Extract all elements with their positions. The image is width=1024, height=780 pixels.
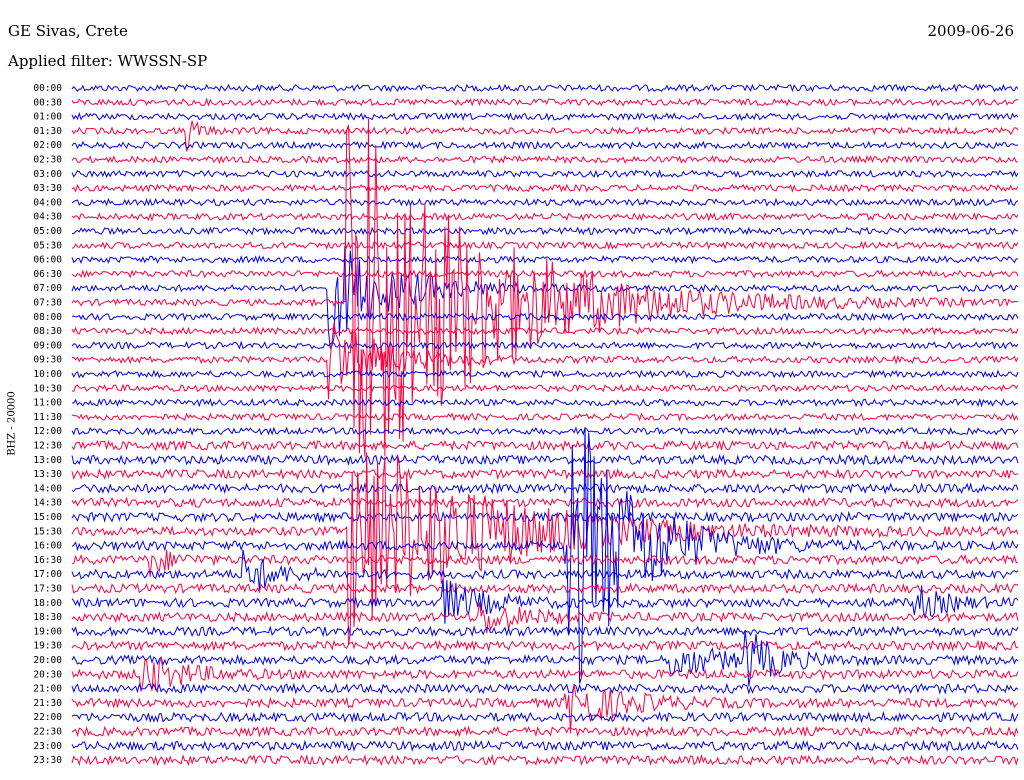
row-time-label: 21:00 bbox=[33, 684, 62, 695]
trace-row bbox=[71, 369, 1019, 379]
trace-row bbox=[71, 383, 1019, 393]
row-time-label: 12:00 bbox=[33, 426, 62, 437]
trace-row bbox=[71, 83, 1019, 93]
trace-row bbox=[71, 710, 1019, 724]
row-time-label: 04:30 bbox=[33, 212, 62, 223]
trace-row bbox=[71, 340, 1019, 351]
row-time-label: 19:30 bbox=[33, 641, 62, 652]
trace-row bbox=[71, 255, 1019, 265]
row-time-label: 20:00 bbox=[33, 655, 62, 666]
trace-row bbox=[71, 625, 1019, 638]
row-time-label: 21:30 bbox=[33, 698, 62, 709]
row-time-label: 00:30 bbox=[33, 97, 62, 108]
trace-row bbox=[71, 154, 1019, 165]
trace-row bbox=[71, 211, 1019, 222]
trace-row bbox=[71, 452, 1019, 645]
row-time-label: 14:30 bbox=[33, 498, 62, 509]
row-time-label: 00:00 bbox=[33, 83, 62, 94]
trace-row bbox=[71, 269, 1019, 279]
row-time-label: 17:00 bbox=[33, 569, 62, 580]
row-time-label: 13:30 bbox=[33, 469, 62, 480]
row-time-label: 18:00 bbox=[33, 598, 62, 609]
trace-row bbox=[71, 496, 1019, 509]
row-time-label: 05:30 bbox=[33, 240, 62, 251]
trace-row bbox=[71, 453, 1019, 467]
row-time-label: 11:00 bbox=[33, 398, 62, 409]
row-time-label: 20:30 bbox=[33, 669, 62, 680]
row-time-label: 05:00 bbox=[33, 226, 62, 237]
trace-row bbox=[71, 725, 1019, 738]
row-time-label: 07:00 bbox=[33, 283, 62, 294]
trace-row bbox=[71, 684, 1019, 734]
trace-row bbox=[71, 582, 1019, 595]
row-time-label: 02:00 bbox=[33, 140, 62, 151]
trace-row bbox=[71, 240, 1019, 250]
trace-row bbox=[71, 111, 1019, 122]
row-time-label: 03:30 bbox=[33, 183, 62, 194]
trace-row bbox=[71, 183, 1019, 193]
trace-row bbox=[71, 97, 1019, 107]
row-time-label: 13:00 bbox=[33, 455, 62, 466]
row-time-label: 09:00 bbox=[33, 340, 62, 351]
row-time-label: 08:00 bbox=[33, 312, 62, 323]
row-time-label: 04:00 bbox=[33, 197, 62, 208]
trace-row bbox=[71, 118, 1019, 457]
row-time-label: 07:30 bbox=[33, 298, 62, 309]
trace-row bbox=[71, 197, 1019, 207]
trace-row bbox=[71, 169, 1019, 179]
row-time-label: 03:00 bbox=[33, 169, 62, 180]
row-time-label: 01:30 bbox=[33, 126, 62, 137]
row-time-label: 08:30 bbox=[33, 326, 62, 337]
row-time-label: 17:30 bbox=[33, 584, 62, 595]
trace-row bbox=[72, 226, 1019, 236]
row-time-label: 11:30 bbox=[33, 412, 62, 423]
row-time-label: 23:00 bbox=[33, 741, 62, 752]
row-time-label: 02:30 bbox=[33, 155, 62, 166]
row-time-label: 22:30 bbox=[33, 727, 62, 738]
row-time-label: 10:30 bbox=[33, 383, 62, 394]
trace-row bbox=[71, 682, 1019, 695]
row-time-label: 16:30 bbox=[33, 555, 62, 566]
row-time-label: 09:30 bbox=[33, 355, 62, 366]
row-time-label: 23:30 bbox=[33, 755, 62, 766]
trace-row bbox=[71, 739, 1019, 753]
row-time-label: 12:30 bbox=[33, 441, 62, 452]
row-time-label: 18:30 bbox=[33, 612, 62, 623]
row-time-label: 01:00 bbox=[33, 112, 62, 123]
trace-row bbox=[71, 482, 1019, 495]
trace-row bbox=[71, 510, 1019, 524]
row-time-label: 22:00 bbox=[33, 712, 62, 723]
trace-row bbox=[71, 412, 1019, 422]
row-time-label: 14:00 bbox=[33, 483, 62, 494]
helicorder-chart: 00:00 00:30 01:00 01:30 02:00 02:30 03:00 03:30… bbox=[33, 83, 1019, 767]
trace-row bbox=[71, 468, 1019, 481]
trace-row bbox=[71, 426, 1019, 436]
trace-row bbox=[71, 754, 1019, 767]
row-time-label: 19:00 bbox=[33, 626, 62, 637]
trace-row bbox=[71, 140, 1019, 150]
row-time-label: 10:00 bbox=[33, 369, 62, 380]
trace-row bbox=[71, 639, 1019, 652]
trace-row bbox=[71, 326, 1019, 336]
row-time-label: 15:00 bbox=[33, 512, 62, 523]
row-time-label: 06:30 bbox=[33, 269, 62, 280]
row-time-label: 16:00 bbox=[33, 541, 62, 552]
row-time-label: 15:30 bbox=[33, 526, 62, 537]
row-time-label: 06:00 bbox=[33, 255, 62, 266]
trace-row bbox=[71, 439, 1019, 452]
trace-row bbox=[71, 397, 1019, 408]
trace-row bbox=[71, 322, 1019, 400]
